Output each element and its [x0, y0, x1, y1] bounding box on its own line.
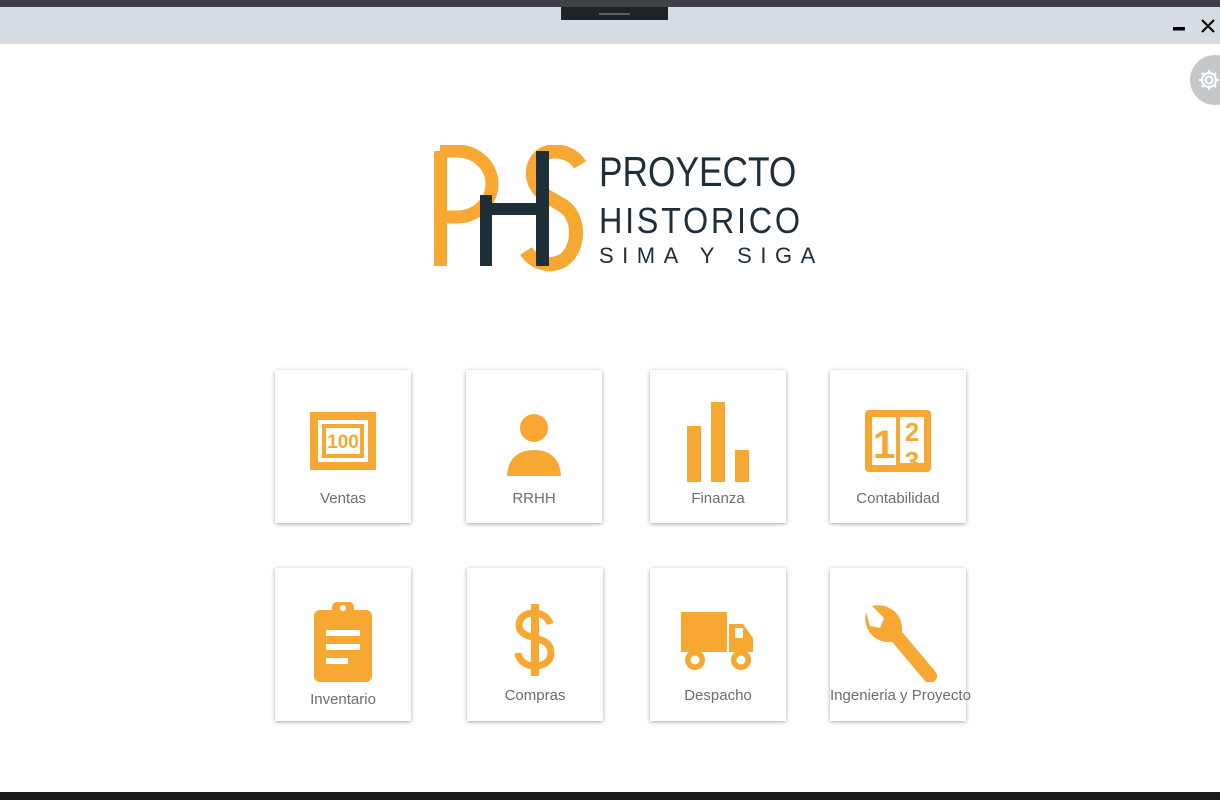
top-strip	[0, 0, 1220, 7]
dollar-icon	[514, 604, 555, 676]
minimize-icon	[1173, 27, 1185, 31]
module-inventario[interactable]: Inventario	[275, 568, 411, 721]
module-label: Ventas	[320, 490, 366, 507]
module-finanza[interactable]: Finanza	[650, 370, 786, 523]
truck-icon	[681, 612, 753, 670]
module-contabilidad[interactable]: 1 2 3 Contabilidad	[830, 370, 966, 523]
svg-text:100: 100	[327, 432, 359, 453]
banknote-icon: 100	[310, 412, 376, 470]
bar-chart-icon	[687, 402, 749, 482]
svg-text:1: 1	[873, 423, 895, 467]
settings-button[interactable]	[1190, 55, 1220, 105]
module-label: Ingenieria y Proyecto	[830, 687, 971, 704]
module-label: Finanza	[691, 490, 745, 507]
module-ventas[interactable]: 100 Ventas	[275, 370, 411, 523]
module-label: Despacho	[684, 687, 752, 704]
clipboard-icon	[314, 602, 372, 682]
logo-line-sima-y-siga: SIMA Y SIGA	[599, 243, 824, 268]
module-ingenieria-y-proyecto[interactable]: Ingenieria y Proyecto	[830, 568, 971, 721]
module-compras[interactable]: Compras	[467, 568, 603, 721]
module-despacho[interactable]: Despacho	[650, 568, 786, 721]
module-label: Compras	[504, 687, 566, 704]
minimize-button[interactable]	[1167, 14, 1191, 38]
taskbar-edge	[0, 792, 1220, 800]
close-icon	[1201, 19, 1215, 33]
module-label: Contabilidad	[856, 490, 940, 507]
module-label: Inventario	[310, 691, 376, 708]
person-icon	[507, 414, 561, 476]
wrench-icon	[865, 605, 937, 682]
module-rrhh[interactable]: RRHH	[466, 370, 602, 523]
logo-line-historico: HISTORICO	[599, 200, 803, 241]
gear-icon	[1199, 70, 1219, 90]
close-button[interactable]	[1196, 14, 1220, 38]
numbers-icon: 1 2 3	[865, 410, 931, 476]
drag-handle[interactable]	[561, 7, 668, 20]
module-label: RRHH	[512, 490, 556, 507]
logo-line-proyecto: PROYECTO	[599, 148, 797, 195]
svg-text:2: 2	[905, 417, 919, 447]
